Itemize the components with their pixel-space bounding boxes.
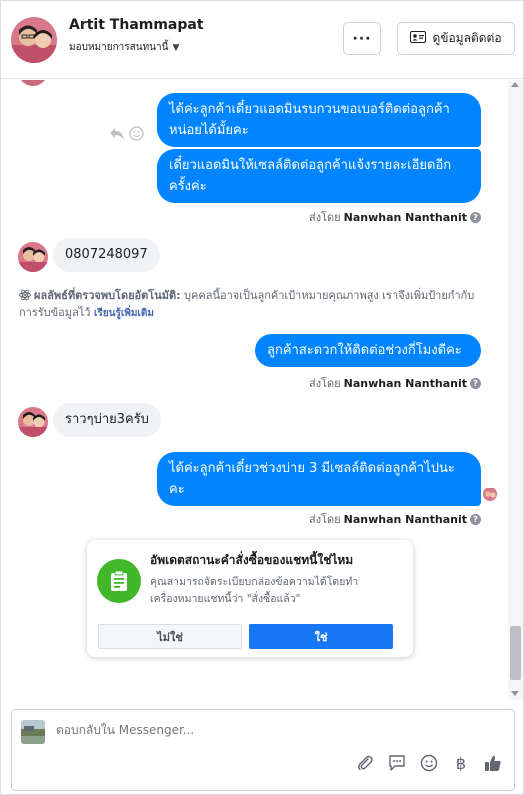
incoming-message[interactable]: 0807248097	[53, 238, 160, 272]
contact-avatar[interactable]	[11, 17, 57, 63]
chevron-down-icon: ▼	[172, 42, 180, 53]
message-thread: ได้ค่ะลูกค้าเดี๋ยวแอดมินรบกวนขอเบอร์ติดต…	[1, 80, 507, 700]
contact-name[interactable]: Artit Thammapat	[69, 17, 204, 33]
sent-by-prefix: ส่งโดย	[309, 513, 341, 526]
sent-by-label: ส่งโดย Nanwhan Nanthanit ?	[309, 374, 481, 392]
inbox-conversation-panel: Artit Thammapat มอบหมายการสนทนานี้ ▼ ···…	[0, 0, 524, 795]
info-icon[interactable]: ?	[470, 211, 481, 223]
order-status-prompt-card: อัพเดตสถานะคำสั่งซื้อของแชทนี้ใช่ไหม คุณ…	[87, 540, 413, 657]
composer-toolbar: ฿	[356, 754, 502, 773]
message-composer: ฿	[11, 709, 515, 791]
view-contact-info-label: ดูข้อมูลติดต่อ	[432, 31, 502, 45]
sender-name[interactable]: Nanwhan Nanthanit	[344, 211, 467, 224]
sender-name[interactable]: Nanwhan Nanthanit	[344, 513, 467, 526]
customer-avatar[interactable]	[18, 407, 48, 437]
message-actions	[109, 126, 144, 145]
order-card-title: อัพเดตสถานะคำสั่งซื้อของแชทนี้ใช่ไหม	[150, 553, 354, 567]
baht-icon[interactable]: ฿	[452, 754, 470, 773]
chat-bubble-icon[interactable]	[388, 754, 406, 772]
customer-avatar	[18, 80, 48, 86]
reply-icon[interactable]	[109, 126, 125, 145]
sent-by-prefix: ส่งโดย	[309, 377, 341, 390]
customer-avatar[interactable]	[18, 242, 48, 272]
paperclip-icon[interactable]	[356, 754, 374, 772]
outgoing-message[interactable]: เดี๋ยวแอดมินให้เซลล์ติดต่อลูกค้าแจ้งรายล…	[157, 149, 481, 203]
order-list-icon	[97, 559, 141, 603]
scroll-thumb[interactable]	[510, 626, 521, 680]
sent-by-label: ส่งโดย Nanwhan Nanthanit ?	[309, 208, 481, 226]
info-icon[interactable]: ?	[470, 513, 481, 525]
sent-by-prefix: ส่งโดย	[309, 211, 341, 224]
order-card-description: คุณสามารถจัดระเบียบกล่องข้อความได้โดยทำเ…	[150, 576, 359, 605]
assign-label: มอบหมายการสนทนานี้	[69, 42, 169, 53]
no-button[interactable]: ไม่ใช่	[98, 624, 242, 649]
react-smiley-icon[interactable]	[129, 126, 144, 145]
outgoing-message[interactable]: ลูกค้าสะดวกให้ติดต่อช่วงกี่โมงดีคะ	[255, 334, 481, 367]
sent-by-label: ส่งโดย Nanwhan Nanthanit ?	[309, 510, 481, 528]
yes-button[interactable]: ใช่	[249, 624, 393, 649]
seen-avatar	[483, 487, 497, 501]
outgoing-message[interactable]: ได้ค่ะลูกค้าเดี๋ยวช่วงบ่าย 3 มีเซลล์ติดต…	[157, 452, 481, 506]
reply-input[interactable]	[56, 723, 496, 737]
sender-name[interactable]: Nanwhan Nanthanit	[344, 377, 467, 390]
scroll-down-arrow-icon[interactable]	[511, 691, 519, 696]
auto-detected-lead: ผลลัพธ์ที่ตรวจพบโดยอัตโนมัติ:	[34, 289, 181, 302]
conversation-header: Artit Thammapat มอบหมายการสนทนานี้ ▼ ···…	[1, 1, 523, 79]
outgoing-message[interactable]: ได้ค่ะลูกค้าเดี๋ยวแอดมินรบกวนขอเบอร์ติดต…	[157, 93, 481, 147]
thread-scrollbar[interactable]	[508, 80, 523, 700]
contact-card-icon	[410, 31, 427, 46]
automation-atom-icon	[19, 289, 31, 301]
assign-conversation-dropdown[interactable]: มอบหมายการสนทนานี้ ▼	[69, 40, 179, 55]
scroll-up-arrow-icon[interactable]	[511, 82, 519, 87]
info-icon[interactable]: ?	[470, 377, 481, 389]
thumbs-up-icon[interactable]	[484, 754, 502, 772]
smiley-icon[interactable]	[420, 754, 438, 772]
page-avatar	[21, 720, 45, 744]
learn-more-link[interactable]: เรียนรู้เพิ่มเติม	[94, 308, 154, 319]
view-contact-info-button[interactable]: ดูข้อมูลติดต่อ	[397, 22, 515, 55]
auto-detected-notice: ผลลัพธ์ที่ตรวจพบโดยอัตโนมัติ: บุคคลนี้อา…	[19, 287, 489, 322]
incoming-message[interactable]: ราวๆบ่าย3ครับ	[53, 403, 161, 437]
more-options-button[interactable]: ···	[343, 22, 381, 55]
